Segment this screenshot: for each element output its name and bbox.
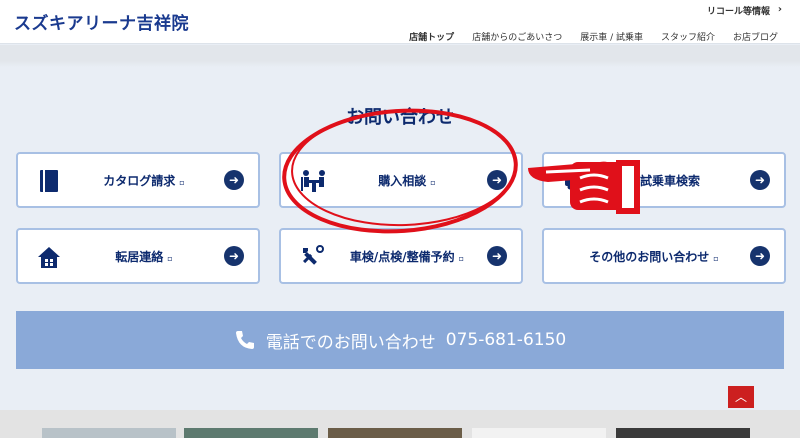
arrow-right-icon: ➜: [750, 246, 770, 266]
nav-item-display-cars[interactable]: 展示車 / 試乗車: [580, 30, 643, 43]
test-drive-search-card[interactable]: 試乗車検索 ➜: [542, 152, 786, 208]
test-drive-search-label: 試乗車検索: [639, 174, 700, 188]
phone-inquiry-bar[interactable]: 電話でのお問い合わせ 075-681-6150: [16, 311, 784, 369]
gallery-thumb[interactable]: [472, 428, 606, 438]
external-link-icon: ▫: [430, 178, 436, 187]
site-header: スズキアリーナ吉祥院 リコール等情報 › 店舗トップ 店舗からのごあいさつ 展示…: [0, 0, 800, 44]
moving-notice-card[interactable]: 転居連絡 ▫ ➜: [16, 228, 260, 284]
car-search-icon: [562, 168, 588, 194]
maintenance-reservation-card[interactable]: 車検/点検/整備予約 ▫ ➜: [279, 228, 523, 284]
header-shadow-strip: [0, 45, 800, 67]
gallery-thumb[interactable]: [42, 428, 176, 438]
nav-item-store-top[interactable]: 店舗トップ: [409, 30, 454, 43]
nav-item-greeting[interactable]: 店舗からのごあいさつ: [472, 30, 562, 43]
arrow-right-icon: ➜: [224, 170, 244, 190]
maintenance-reservation-label: 車検/点検/整備予約 ▫: [349, 250, 465, 264]
chevron-right-icon: ›: [777, 4, 782, 15]
chevron-up-icon: ︿: [734, 390, 747, 404]
site-logo[interactable]: スズキアリーナ吉祥院: [14, 9, 189, 34]
external-link-icon: ▫: [458, 254, 465, 263]
recall-info-label: リコール等情報: [706, 7, 770, 17]
nav-item-blog[interactable]: お店ブログ: [733, 30, 778, 43]
gallery-thumb[interactable]: [616, 428, 750, 438]
consultation-icon: [299, 168, 325, 194]
catalog-request-card[interactable]: カタログ請求 ▫ ➜: [16, 152, 260, 208]
other-inquiries-label: その他のお問い合わせ ▫: [589, 250, 719, 264]
arrow-right-icon: ➜: [487, 170, 507, 190]
other-inquiries-card[interactable]: その他のお問い合わせ ▫ ➜: [542, 228, 786, 284]
contact-section-title: お問い合わせ: [346, 107, 454, 128]
gallery-thumb[interactable]: [328, 428, 462, 438]
moving-notice-label: 転居連絡 ▫: [115, 250, 173, 264]
purchase-consultation-card[interactable]: 購入相談 ▫ ➜: [279, 152, 523, 208]
main-nav: 店舗トップ 店舗からのごあいさつ 展示車 / 試乗車 スタッフ紹介 お店ブログ: [409, 30, 778, 43]
arrow-right-icon: ➜: [750, 170, 770, 190]
wrench-icon: [299, 244, 325, 270]
purchase-consultation-label: 購入相談 ▫: [378, 174, 436, 188]
phone-icon: [234, 329, 256, 351]
arrow-right-icon: ➜: [224, 246, 244, 266]
external-link-icon: ▫: [167, 254, 173, 263]
catalog-request-label: カタログ請求 ▫: [103, 174, 185, 188]
phone-number: 075-681-6150: [445, 330, 567, 350]
catalog-book-icon: [36, 168, 62, 194]
nav-item-staff[interactable]: スタッフ紹介: [661, 30, 715, 43]
arrow-right-icon: ➜: [487, 246, 507, 266]
external-link-icon: ▫: [179, 178, 185, 187]
recall-info-link[interactable]: リコール等情報 ›: [706, 4, 782, 17]
phone-inquiry-label: 電話でのお問い合わせ: [265, 332, 436, 353]
external-link-icon: ▫: [713, 254, 719, 263]
house-icon: [36, 244, 62, 270]
gallery-thumb[interactable]: [184, 428, 318, 438]
back-to-top-button[interactable]: ︿: [728, 386, 754, 408]
